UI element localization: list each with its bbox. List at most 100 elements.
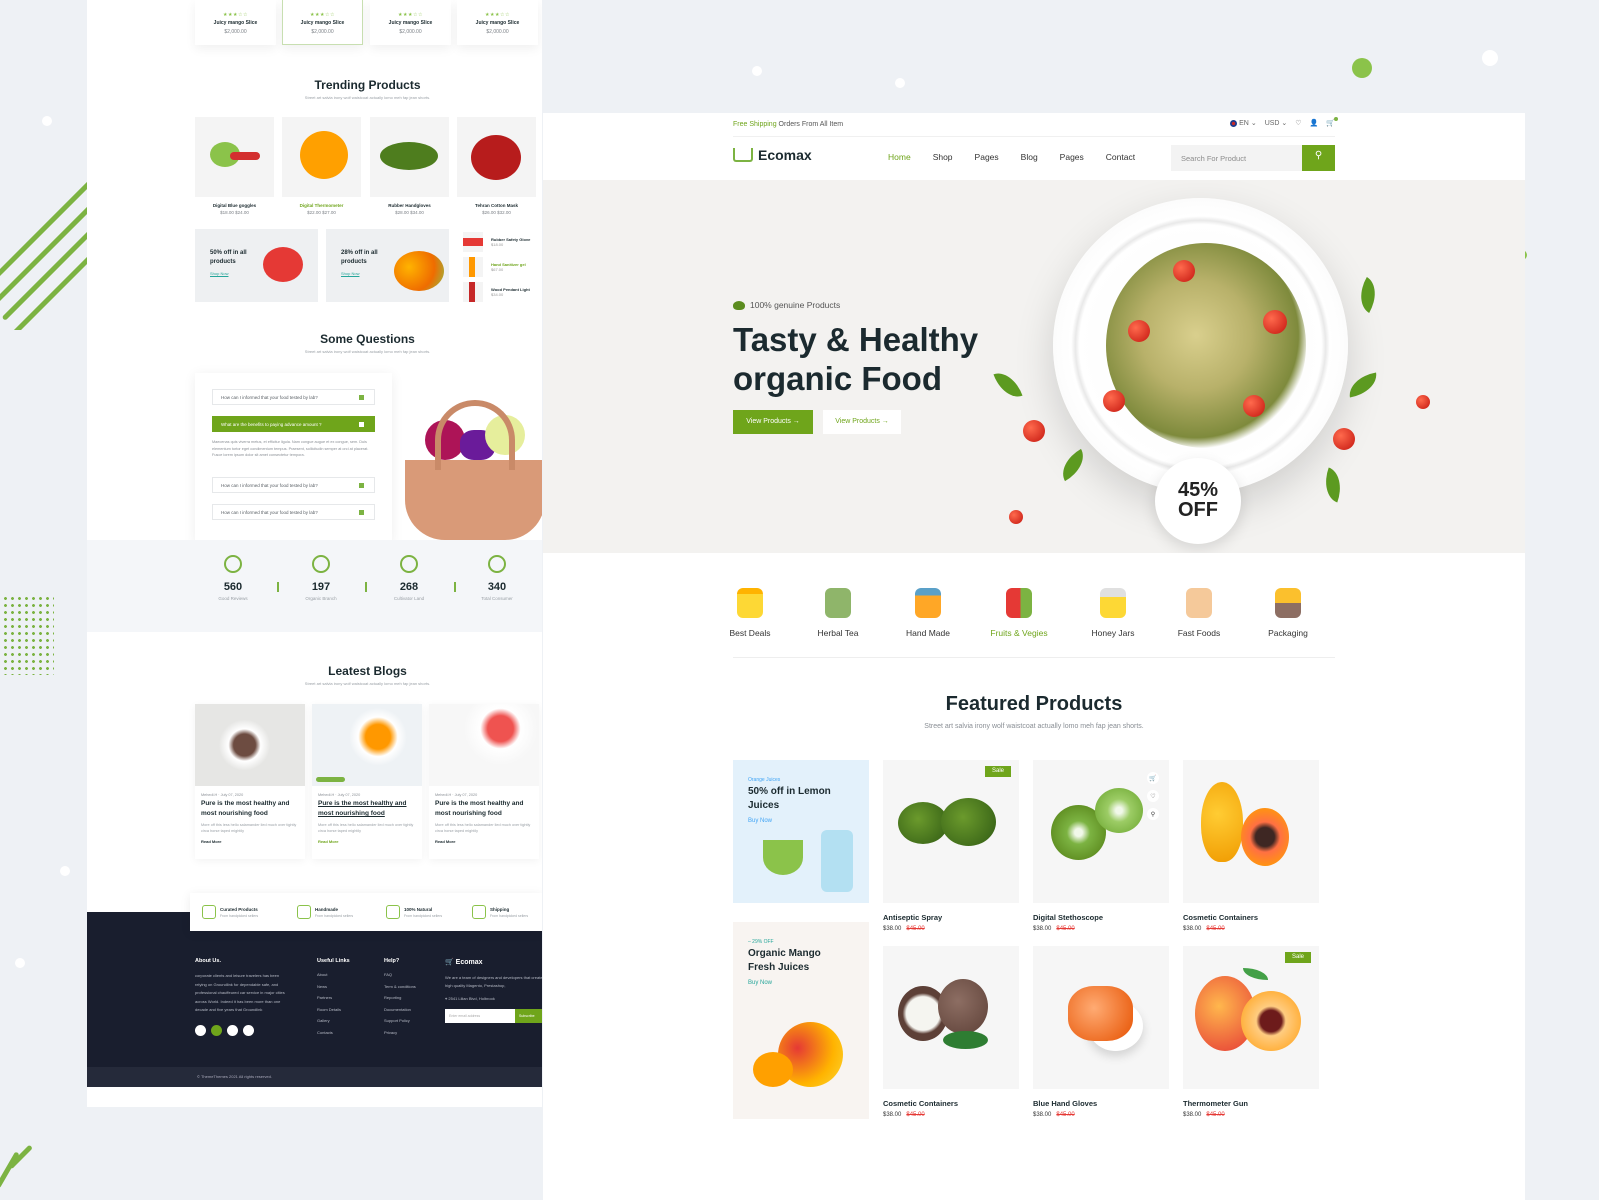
side-product-item[interactable]: Wood Pendant Light $34.00 — [463, 279, 542, 304]
faq-item[interactable]: How can I informed that your food tested… — [212, 477, 375, 493]
faq-item[interactable]: How can I informed that your food tested… — [212, 389, 375, 405]
footer-link[interactable]: About — [317, 972, 350, 977]
faq-accordion: How can I informed that your food tested… — [195, 373, 392, 543]
mini-product-card[interactable]: ★★★☆☆ Juicy mango Slice $2,000.00 — [195, 0, 276, 45]
promo-banner[interactable]: 28% off in all products Shop Now — [326, 229, 449, 302]
user-icon[interactable]: 👤 — [1310, 119, 1319, 127]
product-card[interactable]: Sale Antiseptic Spray $38.00 $45.00 — [883, 760, 1019, 932]
mini-product-card[interactable]: ★★★☆☆ Juicy mango Slice $2,000.00 — [282, 0, 363, 45]
blog-card[interactable]: Mehedi.H · July 07, 2020 Pure is the mos… — [195, 704, 305, 859]
footer-link[interactable]: Privacy — [384, 1030, 416, 1035]
category-best-deals[interactable]: Best Deals — [715, 588, 785, 638]
mini-product-card[interactable]: ★★★☆☆ Juicy mango Slice $2,000.00 — [457, 0, 538, 45]
leaf-icon — [733, 300, 745, 310]
faq-item[interactable]: How can I informed that your food tested… — [212, 504, 375, 520]
footer-link[interactable]: Contacts — [317, 1030, 350, 1035]
product-card[interactable]: Cosmetic Containers $38.00 $45.00 — [1183, 760, 1319, 932]
nav-pages[interactable]: Pages — [975, 152, 999, 162]
read-more-link[interactable]: Read More — [195, 834, 305, 844]
side-product-item[interactable]: Hand Sanitizer gel $67.00 — [463, 254, 542, 279]
mango-juice-banner[interactable]: – 29% OFF Organic Mango Fresh Juices Buy… — [733, 922, 869, 1119]
category-hand-made[interactable]: Hand Made — [893, 588, 963, 638]
footer-link[interactable]: Gallery — [317, 1018, 350, 1023]
nav-shop[interactable]: Shop — [933, 152, 953, 162]
side-product-item[interactable]: Rubber Safety Glove $18.00 — [463, 229, 542, 254]
decorative-dot-grid — [2, 595, 54, 675]
cart-icon[interactable]: 🛒 — [1326, 117, 1338, 127]
category-packaging[interactable]: Packaging — [1253, 588, 1323, 638]
footer-link[interactable]: News — [317, 984, 350, 989]
facebook-icon[interactable] — [195, 1024, 206, 1036]
language-selector[interactable]: EN ⌄ — [1230, 119, 1257, 127]
nav-home[interactable]: Home — [888, 152, 911, 162]
read-more-link[interactable]: Read More — [429, 834, 539, 844]
feature-natural: 100% Natural From handpicked sellers — [386, 905, 442, 919]
trending-product-image[interactable] — [195, 117, 274, 197]
uk-flag-icon — [1230, 119, 1238, 127]
trending-product-image[interactable] — [370, 117, 449, 197]
heart-chat-icon — [224, 555, 242, 573]
footer-link[interactable]: FAQ — [384, 972, 416, 977]
faq-subtitle: Street art salvia irony wolf waistcoat a… — [304, 349, 431, 354]
category-honey-jars[interactable]: Honey Jars — [1078, 588, 1148, 638]
product-card[interactable]: Blue Hand Gloves $38.00 $45.00 — [1033, 946, 1169, 1118]
footer-link[interactable]: Support Policy — [384, 1018, 416, 1023]
nav-contact[interactable]: Contact — [1106, 152, 1135, 162]
nav-pages-2[interactable]: Pages — [1060, 152, 1084, 162]
email-input[interactable]: Enter email address — [445, 1009, 515, 1023]
decorative-dot — [1352, 58, 1372, 78]
blog-card[interactable]: Mehedi.H · July 07, 2020 Pure is the mos… — [429, 704, 539, 859]
product-image: Sale — [883, 760, 1019, 903]
pinterest-icon[interactable] — [243, 1024, 254, 1036]
footer-link[interactable]: Room Details — [317, 1007, 350, 1012]
feature-curated: Curated Products From handpicked sellers — [202, 905, 258, 919]
view-products-button[interactable]: View Products → — [733, 410, 813, 434]
mini-product-card[interactable]: ★★★☆☆ Juicy mango Slice $2,000.00 — [370, 0, 451, 45]
category-fast-foods[interactable]: Fast Foods — [1164, 588, 1234, 638]
product-card[interactable]: Sale Thermometer Gun $38.00 $45.00 — [1183, 946, 1319, 1118]
promo-banner[interactable]: 50% off in all products Shop Now — [195, 229, 318, 302]
search-button[interactable]: ⚲ — [1302, 145, 1335, 171]
footer-link[interactable]: Documentation — [384, 1007, 416, 1012]
search-input[interactable]: Search For Product — [1171, 145, 1302, 171]
footer-link[interactable]: Reporting — [384, 995, 416, 1000]
sprout-icon — [400, 555, 418, 573]
category-herbal-tea[interactable]: Herbal Tea — [803, 588, 873, 638]
product-image — [1033, 946, 1169, 1089]
read-more-link[interactable]: Read More — [312, 834, 422, 844]
product-name: Cosmetic Containers — [1183, 913, 1259, 922]
view-products-secondary-button[interactable]: View Products → — [823, 410, 901, 434]
decorative-dot — [15, 958, 25, 968]
vimeo-icon[interactable] — [227, 1024, 238, 1036]
blog-card[interactable]: Mehedi.H · July 07, 2020 Pure is the mos… — [312, 704, 422, 859]
lemon-juice-banner[interactable]: Orange Juices 50% off in Lemon Juices Bu… — [733, 760, 869, 903]
buy-now-link[interactable]: Buy Now — [748, 818, 869, 824]
add-to-cart-icon[interactable]: 🛒 — [1147, 772, 1159, 784]
blog-title-link[interactable]: Pure is the most healthy and most nouris… — [312, 797, 422, 819]
category-fruits-vegies[interactable]: Fruits & Vegies — [984, 588, 1054, 638]
divider — [365, 582, 367, 592]
wishlist-icon[interactable]: ♡ — [1295, 119, 1301, 127]
featured-subtitle: Street art salvia irony wolf waistcoat a… — [924, 723, 1144, 730]
trending-product-image[interactable] — [282, 117, 361, 197]
wishlist-icon[interactable]: ♡ — [1147, 790, 1159, 802]
product-card[interactable]: Cosmetic Containers $38.00 $45.00 — [883, 946, 1019, 1118]
logo[interactable]: Ecomax — [733, 147, 812, 163]
left-page-preview: ★★★☆☆ Juicy mango Slice $2,000.00 ★★★☆☆ … — [87, 0, 542, 1107]
blog-title-link[interactable]: Pure is the most healthy and most nouris… — [429, 797, 539, 819]
footer-link[interactable]: Term & conditions — [384, 984, 416, 989]
category-tag[interactable] — [316, 777, 345, 782]
nav-blog[interactable]: Blog — [1021, 152, 1038, 162]
faq-item-open[interactable]: What are the benefits to paying advance … — [212, 416, 375, 432]
product-card[interactable]: 🛒 ♡ ⚲ Digital Stethoscope $38.00 $45.00 — [1033, 760, 1169, 932]
blog-title-link[interactable]: Pure is the most healthy and most nouris… — [195, 797, 305, 819]
buy-now-link[interactable]: Buy Now — [748, 980, 869, 986]
currency-selector[interactable]: USD ⌄ — [1265, 119, 1288, 127]
product-image: Sale — [1183, 946, 1319, 1089]
twitter-icon[interactable] — [211, 1024, 222, 1036]
subscribe-button[interactable]: Subscribe — [515, 1009, 542, 1023]
zoom-icon[interactable]: ⚲ — [1147, 808, 1159, 820]
trending-product-image[interactable] — [457, 117, 536, 197]
footer-link[interactable]: Partners — [317, 995, 350, 1000]
product-image: 🛒 ♡ ⚲ — [1033, 760, 1169, 903]
